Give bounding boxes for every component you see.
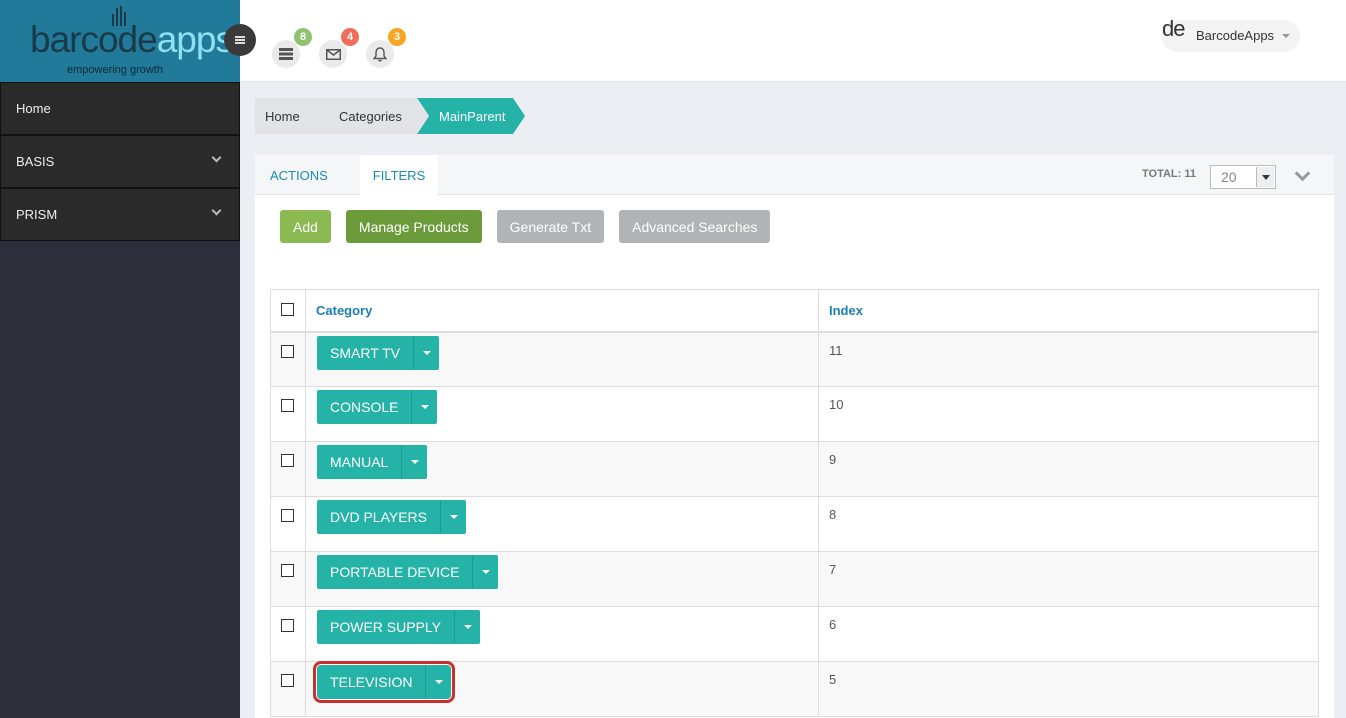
notifications-button[interactable]: 3	[366, 28, 406, 68]
table-row: PORTABLE DEVICE 7	[270, 551, 1319, 607]
messages-button[interactable]: 4	[319, 28, 359, 68]
advanced-searches-button[interactable]: Advanced Searches	[619, 210, 771, 243]
sidebar-item-home[interactable]: Home	[0, 82, 240, 135]
logo-text-barcode: barcode	[30, 19, 158, 60]
tasks-badge: 8	[294, 28, 312, 46]
panel-header: ACTIONS FILTERS TOTAL: 11 20	[255, 155, 1334, 195]
total-count: TOTAL: 11	[1142, 168, 1196, 180]
category-label: POWER SUPPLY	[330, 619, 441, 635]
table-row: SMART TV 11	[270, 331, 1319, 387]
category-label: SMART TV	[330, 344, 401, 361]
row-checkbox[interactable]	[281, 509, 294, 522]
category-button[interactable]: DVD PLAYERS	[317, 500, 466, 534]
categories-table: Category Index SMART TV 11 CONSOLE 10 MA…	[270, 289, 1319, 717]
avatar: de	[1162, 16, 1186, 41]
logo-tagline: empowering growth	[67, 64, 163, 76]
category-button[interactable]: SMART TV	[317, 335, 440, 370]
row-checkbox[interactable]	[281, 399, 294, 412]
category-label: PORTABLE DEVICE	[330, 564, 460, 580]
breadcrumb-home[interactable]: Home	[255, 98, 331, 134]
select-arrow-icon	[1256, 167, 1274, 187]
page-size-select[interactable]: 20	[1210, 165, 1276, 189]
notifications-badge: 3	[388, 28, 406, 46]
caret-down-icon[interactable]	[401, 445, 427, 479]
collapse-panel-button[interactable]	[1295, 168, 1309, 182]
caret-down-icon[interactable]	[472, 555, 498, 589]
column-header-index[interactable]: Index	[818, 289, 1319, 333]
category-label: DVD PLAYERS	[330, 509, 427, 525]
row-checkbox[interactable]	[281, 344, 294, 358]
breadcrumb-categories[interactable]: Categories	[319, 98, 429, 134]
index-cell: 5	[818, 661, 1319, 717]
hamburger-icon	[235, 39, 245, 41]
breadcrumb-mainparent[interactable]: MainParent	[417, 98, 525, 134]
mail-icon	[325, 48, 341, 60]
category-button[interactable]: POWER SUPPLY	[317, 610, 480, 644]
sidebar: barcodeapps empowering growth Home BASIS…	[0, 0, 240, 718]
index-cell: 6	[818, 606, 1319, 662]
sidebar-item-label: Home	[16, 101, 51, 116]
action-buttons: Add Manage Products Generate Txt Advance…	[280, 210, 771, 243]
logo[interactable]: barcodeapps empowering growth	[0, 0, 240, 82]
caret-down-icon[interactable]	[411, 390, 437, 424]
chevron-down-icon	[211, 152, 222, 163]
sidebar-toggle-button[interactable]	[224, 24, 256, 56]
main-panel: ACTIONS FILTERS TOTAL: 11 20 Add Manage …	[255, 155, 1334, 718]
table-row: TELEVISION 5	[270, 661, 1319, 717]
row-checkbox[interactable]	[281, 564, 294, 577]
user-menu[interactable]: de BarcodeApps	[1162, 16, 1300, 52]
manage-products-button[interactable]: Manage Products	[345, 210, 482, 243]
index-cell: 7	[818, 551, 1319, 607]
sidebar-item-label: BASIS	[16, 154, 55, 169]
index-cell: 11	[818, 331, 1319, 387]
table-row: DVD PLAYERS 8	[270, 496, 1319, 552]
row-checkbox[interactable]	[281, 674, 294, 687]
row-checkbox[interactable]	[281, 619, 294, 632]
logo-text-apps: apps	[156, 19, 234, 60]
add-button[interactable]: Add	[280, 210, 331, 243]
caret-down-icon[interactable]	[440, 500, 466, 534]
table-row: CONSOLE 10	[270, 386, 1319, 442]
bell-icon	[373, 46, 387, 62]
sidebar-item-basis[interactable]: BASIS	[0, 135, 240, 188]
index-cell: 10	[818, 386, 1319, 442]
category-button[interactable]: CONSOLE	[317, 390, 438, 424]
caret-down-icon[interactable]	[454, 610, 480, 644]
caret-down-icon	[1282, 34, 1290, 38]
list-icon	[279, 48, 293, 60]
caret-down-icon[interactable]	[425, 665, 451, 699]
chevron-down-icon	[211, 205, 222, 216]
sidebar-item-prism[interactable]: PRISM	[0, 188, 240, 241]
category-label: CONSOLE	[330, 399, 399, 415]
breadcrumb: Home Categories MainParent	[255, 98, 525, 134]
select-all-checkbox[interactable]	[281, 303, 294, 317]
category-label: MANUAL	[330, 454, 389, 470]
caret-down-icon[interactable]	[413, 335, 439, 370]
tab-actions[interactable]: ACTIONS	[270, 155, 328, 195]
category-button[interactable]: PORTABLE DEVICE	[317, 555, 499, 589]
table-row: MANUAL 9	[270, 441, 1319, 497]
sidebar-item-label: PRISM	[16, 207, 58, 222]
index-cell: 9	[818, 441, 1319, 497]
tasks-button[interactable]: 8	[272, 28, 312, 68]
generate-txt-button[interactable]: Generate Txt	[496, 210, 605, 243]
table-row: POWER SUPPLY 6	[270, 606, 1319, 662]
column-header-category[interactable]: Category	[305, 289, 819, 333]
category-button[interactable]: MANUAL	[317, 445, 428, 479]
category-label: TELEVISION	[330, 674, 413, 690]
tab-filters[interactable]: FILTERS	[360, 155, 438, 195]
messages-badge: 4	[341, 28, 359, 46]
row-checkbox[interactable]	[281, 454, 294, 467]
index-cell: 8	[818, 496, 1319, 552]
page-size-value: 20	[1221, 169, 1237, 185]
category-button-highlighted[interactable]: TELEVISION	[312, 661, 456, 703]
user-name: BarcodeApps	[1196, 28, 1275, 43]
top-bar: 8 4 3 de BarcodeApps	[240, 0, 1346, 82]
